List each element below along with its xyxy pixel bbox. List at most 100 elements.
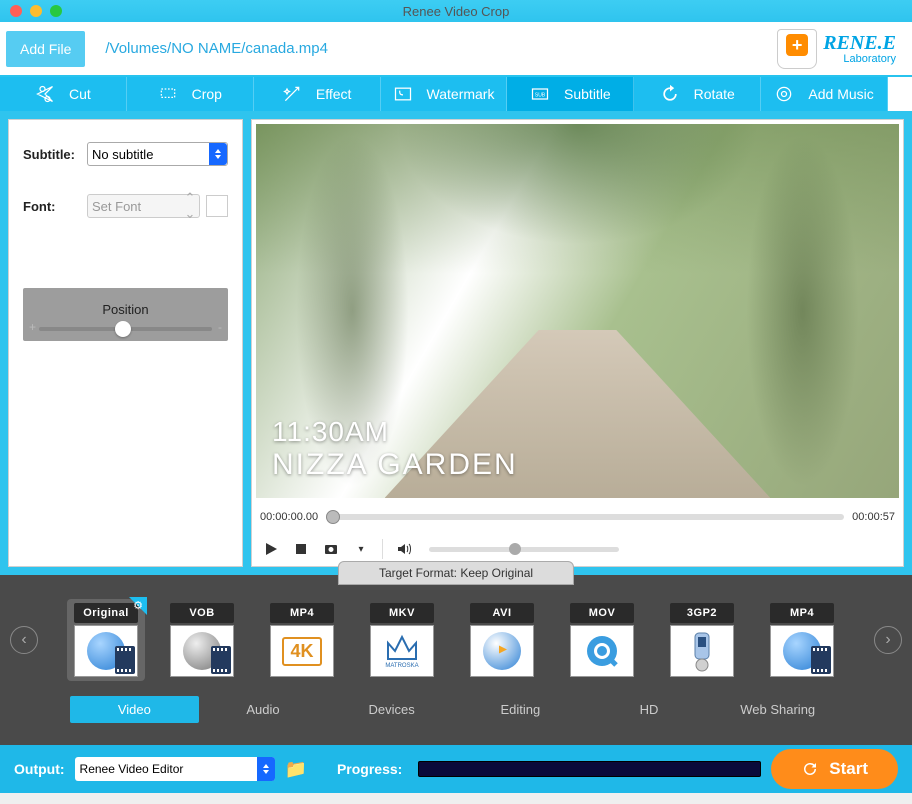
- tab-label: Crop: [192, 86, 222, 102]
- wand-icon: [282, 84, 302, 104]
- snapshot-caret-icon[interactable]: ▾: [352, 540, 370, 558]
- tool-tabs: Cut Crop Effect Watermark SUB Subtitle R…: [0, 77, 912, 111]
- category-devices[interactable]: Devices: [327, 696, 456, 723]
- format-badge: VOB: [170, 603, 234, 623]
- format-area: Target Format: Keep Original ‹ ⚙ Origina…: [0, 575, 912, 745]
- tab-rotate[interactable]: Rotate: [634, 77, 761, 111]
- format-badge: MOV: [570, 603, 634, 623]
- format-badge: MKV: [370, 603, 434, 623]
- format-item-3gp2[interactable]: 3GP2: [663, 603, 741, 677]
- overlay-caption: NIZZA GARDEN: [272, 448, 518, 482]
- category-editing[interactable]: Editing: [456, 696, 585, 723]
- position-slider[interactable]: [39, 327, 212, 331]
- tab-label: Cut: [69, 86, 91, 102]
- format-item-mov[interactable]: MOV: [563, 603, 641, 677]
- format-thumb: [670, 625, 734, 677]
- video-preview[interactable]: 11:30AM NIZZA GARDEN: [256, 124, 899, 498]
- format-item-mp4[interactable]: MP4: [763, 603, 841, 677]
- snapshot-button[interactable]: [322, 540, 340, 558]
- font-color-chip[interactable]: [206, 195, 228, 217]
- format-prev-button[interactable]: ‹: [10, 626, 38, 654]
- format-item-mp4-4k[interactable]: MP4 4K: [263, 603, 341, 677]
- fourk-icon: 4K: [282, 637, 321, 666]
- tab-label: Subtitle: [564, 86, 611, 102]
- volume-thumb[interactable]: [509, 543, 521, 555]
- preview-panel: 11:30AM NIZZA GARDEN 00:00:00.00 00:00:5…: [251, 119, 904, 567]
- subtitle-row: Subtitle: No subtitle: [23, 142, 228, 166]
- progress-label: Progress:: [337, 761, 402, 777]
- folder-icon[interactable]: 📁: [285, 759, 307, 780]
- category-hd[interactable]: HD: [585, 696, 714, 723]
- stop-button[interactable]: [292, 540, 310, 558]
- tab-crop[interactable]: Crop: [127, 77, 254, 111]
- format-badge: 3GP2: [670, 603, 734, 623]
- subtitle-select[interactable]: No subtitle: [87, 142, 228, 166]
- format-next-button[interactable]: ›: [874, 626, 902, 654]
- subtitle-panel: Subtitle: No subtitle Font: Set Font ⌃⌄ …: [8, 119, 243, 567]
- format-item-vob[interactable]: VOB: [163, 603, 241, 677]
- format-badge: MP4: [770, 603, 834, 623]
- footer: Output: Renee Video Editor 📁 Progress: S…: [0, 745, 912, 793]
- preview-overlay: 11:30AM NIZZA GARDEN: [272, 416, 518, 482]
- brand-logo: RENE.E Laboratory: [777, 29, 906, 69]
- quicktime-icon: [582, 631, 622, 671]
- position-thumb[interactable]: [115, 321, 131, 337]
- watermark-icon: [393, 84, 413, 104]
- refresh-icon: [801, 760, 819, 778]
- overlay-time: 11:30AM: [272, 416, 518, 448]
- position-box: Position: [23, 288, 228, 341]
- format-thumb: MATROSKA: [370, 625, 434, 677]
- tab-spacer: [888, 77, 912, 111]
- target-format-header[interactable]: Target Format: Keep Original: [338, 561, 574, 585]
- tab-label: Rotate: [694, 86, 735, 102]
- subtitle-icon: SUB: [530, 84, 550, 104]
- tab-watermark[interactable]: Watermark: [381, 77, 508, 111]
- play-button[interactable]: [262, 540, 280, 558]
- tab-label: Add Music: [808, 86, 873, 102]
- window-title: Renee Video Crop: [0, 4, 912, 19]
- brand-sub: Laboratory: [823, 53, 896, 65]
- tab-cut[interactable]: Cut: [0, 77, 127, 111]
- chevron-updown-icon: [209, 143, 227, 165]
- format-scroll: ‹ ⚙ Original VOB MP4 4K MKV MATROSKA: [0, 575, 912, 693]
- timeline: 00:00:00.00 00:00:57: [252, 502, 903, 532]
- format-item-avi[interactable]: AVI: [463, 603, 541, 677]
- category-web[interactable]: Web Sharing: [713, 696, 842, 723]
- scissors-icon: [35, 84, 55, 104]
- font-select[interactable]: Set Font ⌃⌄: [87, 194, 200, 218]
- font-label: Font:: [23, 199, 81, 214]
- format-badge: AVI: [470, 603, 534, 623]
- format-thumb: [74, 625, 138, 677]
- category-video[interactable]: Video: [70, 696, 199, 723]
- mkv-sub: MATROSKA: [385, 663, 418, 669]
- volume-icon[interactable]: [395, 540, 413, 558]
- font-placeholder: Set Font: [92, 199, 141, 214]
- crop-icon: [158, 84, 178, 104]
- timeline-end: 00:00:57: [852, 511, 895, 523]
- header-row: Add File /Volumes/NO NAME/canada.mp4 REN…: [0, 22, 912, 77]
- start-label: Start: [829, 759, 868, 779]
- format-badge: MP4: [270, 603, 334, 623]
- gear-icon[interactable]: ⚙: [133, 599, 143, 612]
- format-thumb: [570, 625, 634, 677]
- stepper-icon: ⌃⌄: [183, 197, 197, 215]
- volume-slider[interactable]: [429, 547, 619, 552]
- tab-add-music[interactable]: Add Music: [761, 77, 888, 111]
- title-bar: Renee Video Crop: [0, 0, 912, 22]
- output-label: Output:: [14, 761, 65, 777]
- output-select[interactable]: Renee Video Editor: [75, 757, 275, 781]
- category-audio[interactable]: Audio: [199, 696, 328, 723]
- position-label: Position: [33, 302, 218, 317]
- start-button[interactable]: Start: [771, 749, 898, 789]
- timeline-slider[interactable]: [326, 514, 844, 520]
- timeline-thumb[interactable]: [326, 510, 340, 524]
- tab-effect[interactable]: Effect: [254, 77, 381, 111]
- format-item-mkv[interactable]: MKV MATROSKA: [363, 603, 441, 677]
- format-item-original[interactable]: ⚙ Original: [67, 599, 145, 681]
- timeline-start: 00:00:00.00: [260, 511, 318, 523]
- add-file-button[interactable]: Add File: [6, 31, 85, 67]
- phone-icon: [687, 629, 717, 673]
- format-badge: Original: [74, 603, 138, 623]
- rotate-icon: [660, 84, 680, 104]
- tab-subtitle[interactable]: SUB Subtitle: [507, 77, 634, 111]
